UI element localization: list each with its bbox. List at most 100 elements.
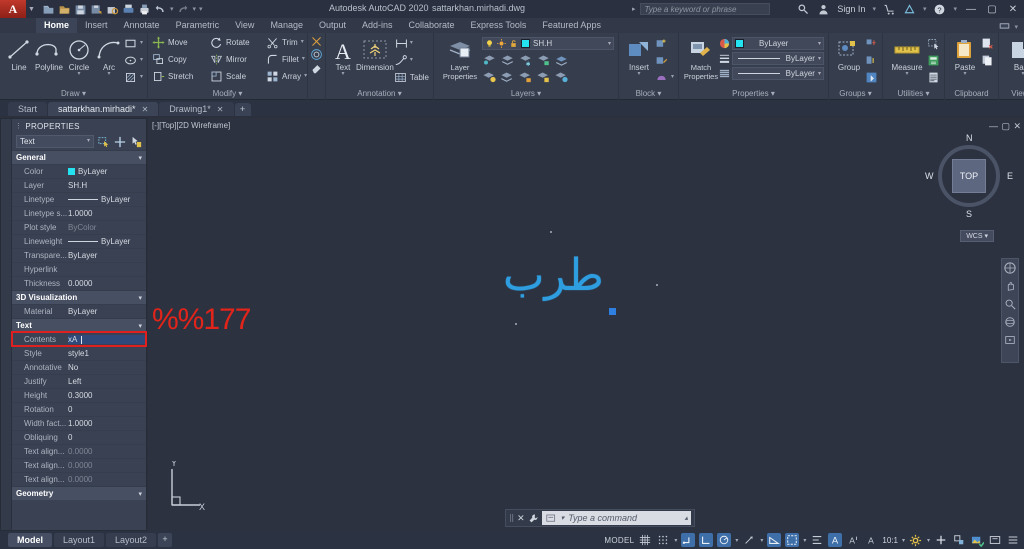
property-group-text[interactable]: Text ▾ bbox=[12, 318, 146, 332]
edit-attribute-chevron-down-icon[interactable]: ▾ bbox=[671, 74, 674, 80]
property-row-hyperlink[interactable]: Hyperlink bbox=[12, 262, 146, 276]
tab-collaborate[interactable]: Collaborate bbox=[401, 18, 463, 33]
ribbon-minimize-icon[interactable] bbox=[998, 20, 1011, 33]
arc-button[interactable]: Arc ▾ bbox=[94, 35, 124, 77]
property-value-obliquing[interactable]: 0 bbox=[68, 433, 146, 442]
command-drag-handle[interactable]: ⣿ bbox=[509, 514, 514, 522]
help-chevron-icon[interactable]: ▾ bbox=[953, 5, 957, 13]
maximize-button[interactable]: ▢ bbox=[985, 4, 999, 15]
array-chevron-down-icon[interactable]: ▾ bbox=[304, 73, 307, 79]
panel-draw-chevron-icon[interactable]: ▾ bbox=[82, 89, 86, 98]
circle-chevron-down-icon[interactable]: ▾ bbox=[77, 71, 80, 77]
move-button[interactable]: Move bbox=[152, 34, 208, 51]
quick-select-icon[interactable] bbox=[98, 136, 110, 148]
annotation-visibility-icon[interactable]: A bbox=[828, 533, 843, 547]
orbit-icon[interactable] bbox=[1004, 316, 1016, 328]
panel-annotation-title[interactable]: Annotation ▾ bbox=[326, 88, 433, 100]
drawing-canvas[interactable]: [-][Top][2D Wireframe] — ▢ ✕ طرب %%177 T… bbox=[148, 118, 1024, 531]
viewport-label[interactable]: [-][Top][2D Wireframe] bbox=[152, 121, 230, 130]
viewport-close-button[interactable]: ✕ bbox=[1013, 121, 1021, 132]
unlock-icon[interactable] bbox=[509, 39, 518, 48]
annotation-scale-value[interactable]: 10:1 bbox=[882, 536, 898, 545]
measure-button[interactable]: Measure ▾ bbox=[887, 35, 927, 77]
scale-chevron-down-icon[interactable]: ▾ bbox=[902, 537, 905, 544]
command-history-chevron-icon[interactable]: ▾ bbox=[561, 512, 565, 525]
property-value-transparency[interactable]: ByLayer bbox=[68, 251, 146, 260]
property-value-annotative[interactable]: No bbox=[68, 363, 146, 372]
autodesk-a-icon[interactable] bbox=[903, 3, 916, 16]
property-row-thickness[interactable]: Thickness 0.0000 bbox=[12, 276, 146, 290]
property-value-material[interactable]: ByLayer bbox=[68, 307, 146, 316]
sign-in-label[interactable]: Sign In bbox=[837, 4, 865, 14]
edit-block-button[interactable] bbox=[655, 52, 674, 69]
workspace-chevron-down-icon[interactable]: ▾ bbox=[927, 537, 930, 544]
base-view-button[interactable]: Base ▾ bbox=[1003, 35, 1024, 77]
layer-merge-icon[interactable] bbox=[554, 52, 569, 67]
doc-tab-start[interactable]: Start bbox=[8, 102, 48, 116]
tab-featured-apps[interactable]: Featured Apps bbox=[534, 18, 609, 33]
property-row-obliquing[interactable]: Obliquing 0 bbox=[12, 430, 146, 444]
close-icon[interactable]: ✕ bbox=[517, 513, 525, 524]
pan-icon[interactable] bbox=[1004, 280, 1016, 292]
panel-properties-title[interactable]: Properties ▾ bbox=[679, 88, 828, 100]
property-row-contents[interactable]: Contents xA bbox=[11, 331, 147, 347]
lineweight-combo[interactable]: ByLayer ▾ bbox=[732, 52, 824, 65]
text-chevron-down-icon[interactable]: ▾ bbox=[341, 71, 344, 77]
object-color-chevron-down-icon[interactable]: ▾ bbox=[818, 40, 821, 47]
chevron-down-icon[interactable]: ▾ bbox=[138, 294, 142, 302]
property-row-height[interactable]: Height 0.3000 bbox=[12, 388, 146, 402]
edit-attribute-button[interactable]: ▾ bbox=[655, 69, 674, 86]
tab-output[interactable]: Output bbox=[311, 18, 354, 33]
grid-display-icon[interactable] bbox=[638, 533, 652, 547]
autocad-logo-button[interactable]: A bbox=[0, 0, 26, 18]
doc-tab-sattarkhan[interactable]: sattarkhan.mirhadi* ✕ bbox=[48, 102, 159, 116]
navigation-bar[interactable] bbox=[1001, 258, 1019, 363]
offset-icon[interactable] bbox=[310, 48, 323, 61]
ungroup-button[interactable] bbox=[865, 35, 878, 52]
tab-parametric[interactable]: Parametric bbox=[168, 18, 228, 33]
insert-button[interactable]: Insert ▾ bbox=[623, 35, 655, 77]
property-row-lineweight[interactable]: Lineweight ByLayer bbox=[12, 234, 146, 248]
panel-utilities-chevron-icon[interactable]: ▾ bbox=[926, 89, 930, 98]
close-icon[interactable]: ✕ bbox=[217, 103, 224, 116]
new-layout-button[interactable]: + bbox=[158, 533, 173, 547]
rectangle-chevron-down-icon[interactable]: ▾ bbox=[140, 40, 143, 46]
autodesk-chevron-icon[interactable]: ▾ bbox=[923, 5, 927, 13]
drawing-text-object[interactable]: طرب bbox=[503, 250, 604, 301]
property-group-3d-visualization[interactable]: 3D Visualization ▾ bbox=[12, 290, 146, 304]
plot-preview-icon[interactable] bbox=[106, 3, 119, 16]
table-button[interactable]: Table bbox=[394, 69, 429, 86]
layer-isolate-icon[interactable] bbox=[482, 52, 497, 67]
sun-icon[interactable] bbox=[497, 39, 506, 48]
saveas-icon[interactable] bbox=[90, 3, 103, 16]
property-row-layer[interactable]: Layer SH.H bbox=[12, 178, 146, 192]
property-value-linetype[interactable]: ByLayer bbox=[68, 195, 146, 204]
panel-view-title[interactable]: View ▾ bbox=[999, 88, 1024, 100]
snap-chevron-down-icon[interactable]: ▾ bbox=[674, 537, 677, 544]
pickadd-icon[interactable] bbox=[114, 136, 126, 148]
command-input[interactable]: ▾ Type a command ▴ bbox=[541, 511, 691, 525]
viewport-maximize-button[interactable]: ▢ bbox=[1001, 121, 1010, 132]
sign-in-chevron-icon[interactable]: ▾ bbox=[872, 5, 876, 13]
transparency-icon[interactable] bbox=[810, 533, 824, 547]
search-expand-icon[interactable]: ▸ bbox=[632, 5, 636, 13]
property-value-height[interactable]: 0.3000 bbox=[68, 391, 146, 400]
trim-chevron-down-icon[interactable]: ▾ bbox=[301, 39, 304, 45]
select-objects-icon[interactable] bbox=[130, 136, 142, 148]
panel-modify-title[interactable]: Modify ▾ bbox=[148, 88, 307, 100]
quick-select-button[interactable] bbox=[927, 35, 940, 52]
hatch-chevron-down-icon[interactable]: ▾ bbox=[140, 74, 143, 80]
property-row-justify[interactable]: Justify Left bbox=[12, 374, 146, 388]
tab-home[interactable]: Home bbox=[36, 18, 78, 33]
osnap-chevron-down-icon[interactable]: ▾ bbox=[803, 537, 806, 544]
panel-utilities-title[interactable]: Utilities ▾ bbox=[883, 88, 944, 100]
new-document-button[interactable]: + bbox=[234, 103, 251, 116]
group-button[interactable]: Group bbox=[833, 35, 865, 72]
panel-groups-chevron-icon[interactable]: ▾ bbox=[868, 89, 872, 98]
lightbulb-icon[interactable] bbox=[485, 39, 494, 48]
polar-tracking-icon[interactable] bbox=[717, 533, 732, 547]
layer-combo-chevron-down-icon[interactable]: ▾ bbox=[608, 40, 611, 47]
tab-annotate[interactable]: Annotate bbox=[116, 18, 168, 33]
copy-button[interactable]: Copy bbox=[152, 51, 208, 68]
panel-clipboard-title[interactable]: Clipboard bbox=[945, 88, 998, 100]
